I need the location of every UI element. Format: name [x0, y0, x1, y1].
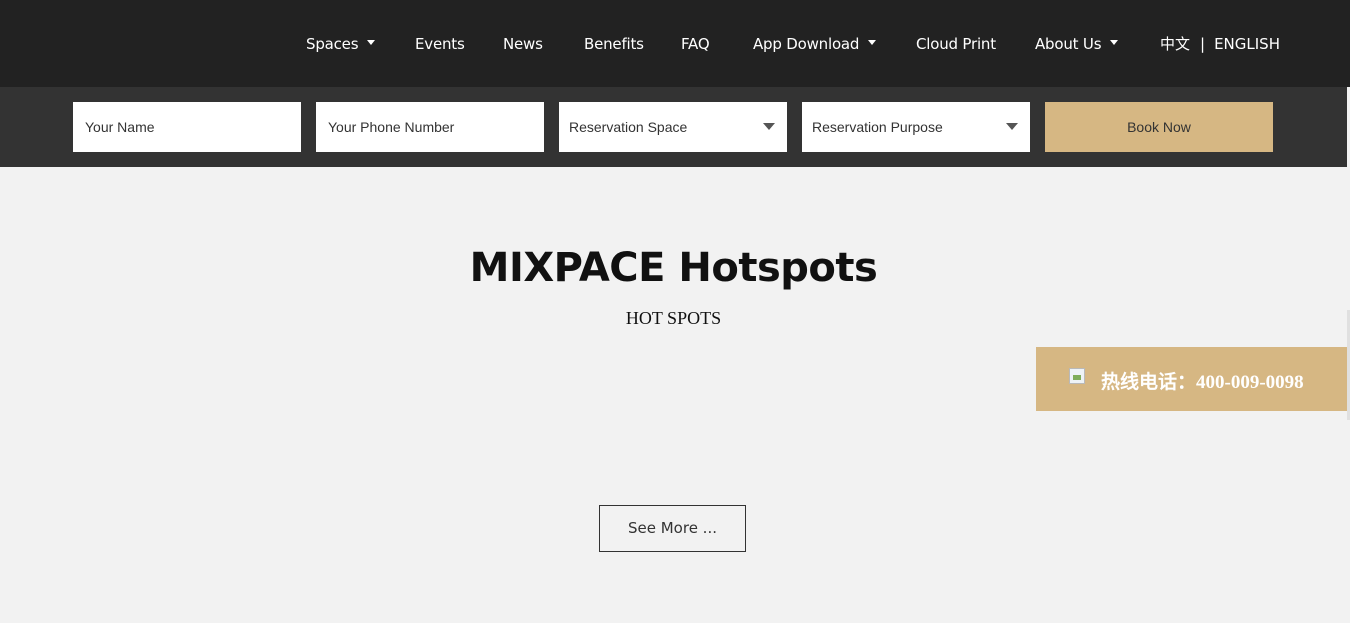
- nav-cloud-print-label: Cloud Print: [916, 35, 996, 53]
- section-subtitle: HOT SPOTS: [625, 308, 722, 328]
- dropdown-arrow-icon: [1006, 123, 1018, 130]
- phone-field[interactable]: [316, 102, 544, 152]
- nav-news-label: News: [503, 35, 543, 53]
- nav-benefits-label: Benefits: [584, 35, 644, 53]
- lang-english-link[interactable]: ENGLISH: [1214, 35, 1280, 53]
- chevron-down-icon: [868, 40, 877, 45]
- nav-about-us[interactable]: About Us: [1035, 34, 1119, 54]
- hotline-widget[interactable]: 热线电话：400-009-0098: [1036, 347, 1347, 411]
- nav-spaces[interactable]: Spaces: [306, 34, 376, 54]
- broken-image-icon: [1069, 368, 1085, 384]
- hotline-text: 热线电话：400-009-0098: [1101, 372, 1304, 393]
- see-more-button[interactable]: See More ...: [599, 505, 746, 552]
- language-switcher: 中文 | ENGLISH: [1160, 34, 1280, 54]
- nav-benefits[interactable]: Benefits: [584, 34, 644, 54]
- nav-cloud-print[interactable]: Cloud Print: [916, 34, 996, 54]
- section-title: MIXPACE Hotspots: [469, 245, 878, 291]
- booking-bar: Reservation Space Reservation Purpose Bo…: [0, 87, 1347, 167]
- nav-events-label: Events: [415, 35, 465, 53]
- nav-app-download[interactable]: App Download: [753, 34, 877, 54]
- reservation-space-select[interactable]: Reservation Space: [559, 102, 787, 152]
- nav-events[interactable]: Events: [415, 34, 465, 54]
- lang-chinese-link[interactable]: 中文: [1160, 35, 1190, 53]
- reservation-purpose-select[interactable]: Reservation Purpose: [802, 102, 1030, 152]
- nav-app-download-label: App Download: [753, 35, 860, 53]
- nav-about-us-label: About Us: [1035, 35, 1102, 53]
- chevron-down-icon: [367, 40, 376, 45]
- name-field[interactable]: [73, 102, 301, 152]
- book-now-button[interactable]: Book Now: [1045, 102, 1273, 152]
- nav-faq-label: FAQ: [681, 35, 710, 53]
- lang-separator: |: [1200, 35, 1206, 53]
- reservation-purpose-value: Reservation Purpose: [812, 119, 943, 135]
- reservation-space-value: Reservation Space: [569, 119, 688, 135]
- top-navigation-bar: Spaces Events News Benefits FAQ App Down…: [0, 0, 1350, 87]
- name-input[interactable]: [83, 118, 287, 136]
- nav-faq[interactable]: FAQ: [681, 34, 710, 54]
- phone-input[interactable]: [326, 118, 530, 136]
- nav-spaces-label: Spaces: [306, 35, 359, 53]
- chevron-down-icon: [1110, 40, 1119, 45]
- dropdown-arrow-icon: [763, 123, 775, 130]
- nav-news[interactable]: News: [503, 34, 543, 54]
